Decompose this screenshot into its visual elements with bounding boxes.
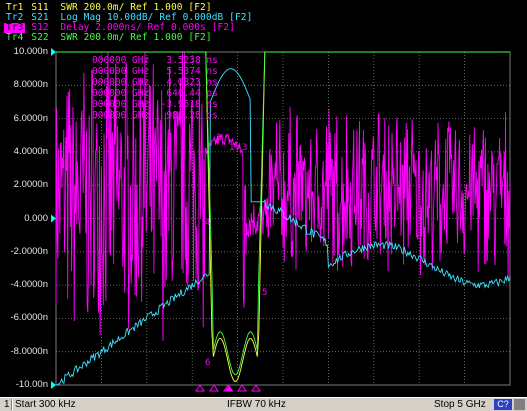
bottom-marker-4 <box>237 384 247 392</box>
channel-number: 1 <box>4 399 10 410</box>
marker-row: 000000 GHz 646.44 ps <box>92 88 218 99</box>
ref-arrow-left-bottom <box>51 381 56 389</box>
channel-badge[interactable]: C? <box>494 399 512 410</box>
bottom-marker-2 <box>209 384 219 392</box>
plot-marker-label: 2 <box>216 133 221 143</box>
marker-row: 000000 GHz 4.0823 ns <box>92 77 218 88</box>
plot-area[interactable]: 12 3 4 5 6 <box>0 0 527 397</box>
plot-marker-label: 1 <box>229 143 234 153</box>
y-tick-label: 10.000n <box>13 46 48 57</box>
ref-arrow-left-top <box>51 48 56 56</box>
plot-marker-label: 3 <box>242 143 247 153</box>
y-tick-label: 6.0000n <box>13 112 48 124</box>
y-tick-label: 2.0000n <box>13 179 48 191</box>
y-tick-label: -10.00n <box>15 379 48 390</box>
vna-screen: Tr1 S11 SWR 200.0m/ Ref 1.000 [F2] Tr2 S2… <box>0 0 527 411</box>
bottom-marker-5 <box>251 384 261 392</box>
bottom-marker-1 <box>195 384 205 392</box>
marker-row: 000000 GHz 5.5374 ns <box>92 66 218 77</box>
resize-grip <box>514 399 525 410</box>
y-tick-label: -4.0000n <box>10 279 48 291</box>
plot-marker-label: 6 <box>205 358 210 368</box>
marker-row: 000000 GHz -3.9618 ns <box>92 99 218 110</box>
marker-table: 000000 GHz 3.5238 ns 000000 GHz 5.5374 ns… <box>92 55 218 121</box>
y-tick-label: 8.0000n <box>13 79 48 91</box>
plot-marker-label: 5 <box>262 288 267 298</box>
y-tick-label: 0.000 <box>24 212 48 224</box>
y-tick-label: 4.0000n <box>13 145 48 157</box>
y-tick-label: -8.0000n <box>10 345 48 357</box>
ref-arrow-left-zero <box>51 214 56 223</box>
y-tick-label: -2.0000n <box>10 245 48 257</box>
y-tick-label: -6.0000n <box>10 312 48 324</box>
start-frequency[interactable]: Start 300 kHz <box>15 398 76 411</box>
marker-row: 000000 GHz 986.28 ps <box>92 110 218 121</box>
marker-row: 000000 GHz 3.5238 ns <box>92 55 218 66</box>
ifbw-setting[interactable]: IFBW 70 kHz <box>227 398 286 411</box>
stop-frequency[interactable]: Stop 5 GHz <box>434 398 486 411</box>
plot-marker-label: 4 <box>205 218 210 228</box>
status-bar: 1 Start 300 kHz IFBW 70 kHz Stop 5 GHz C… <box>0 397 527 411</box>
